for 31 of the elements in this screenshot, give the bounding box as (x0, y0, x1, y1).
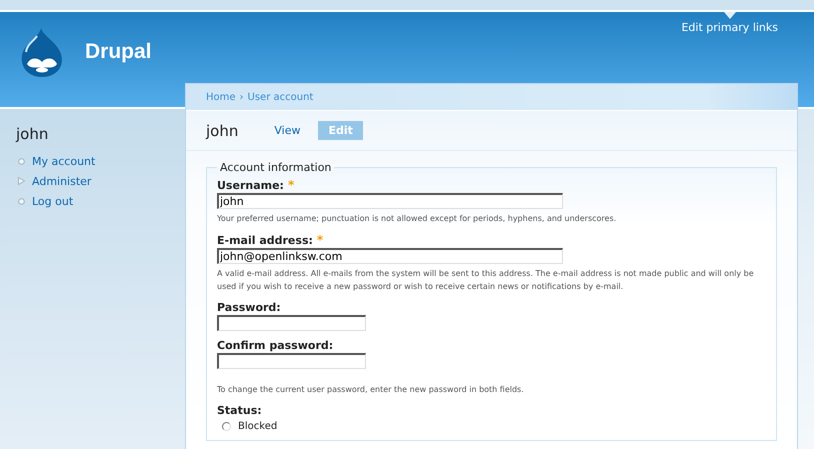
radio-button[interactable] (222, 422, 231, 431)
sidebar-link[interactable]: Administer (32, 174, 92, 188)
radio-label: Blocked (238, 421, 278, 432)
sidebar-title: john (16, 125, 50, 143)
breadcrumb-link[interactable]: User account (248, 92, 314, 102)
fieldset-legend: Account information (217, 161, 334, 174)
input-field[interactable]: john@openlinksw.com (217, 248, 563, 264)
edit-primary-links-link[interactable]: Edit primary links (681, 21, 778, 34)
circle-bullet-icon (18, 158, 25, 164)
sidebar-link[interactable]: Log out (32, 194, 74, 208)
field-label: E-mail address: (217, 234, 313, 246)
required-mark: * (288, 178, 294, 192)
sidebar-link[interactable]: My account (32, 154, 96, 168)
field-label: Username: (217, 178, 284, 192)
password-field[interactable] (217, 353, 366, 369)
field-label: Status: (217, 404, 262, 417)
site-name[interactable]: Drupal (85, 40, 152, 64)
input-field[interactable]: john (217, 193, 563, 209)
field-description: To change the current user password, enter the new password in both fields. (217, 384, 525, 396)
field-label: Password: (217, 301, 281, 314)
circle-bullet-icon (18, 198, 25, 204)
triangle-bullet-icon (18, 177, 25, 185)
field-label: Confirm password: (217, 339, 334, 352)
password-field[interactable] (217, 315, 366, 331)
required-mark: * (316, 233, 324, 247)
breadcrumb-separator: › (240, 92, 244, 102)
tab[interactable]: View (264, 121, 310, 140)
field-description: Your preferred username; punctuation is not allowed except for periods, hyphens, and underscores. (217, 213, 618, 225)
field-description: A valid e-mail address. All e-mails from the system will be sent to this address. The e-mail address is not made public and will only be used if you wish to receive a new password or wish to receive certain news or notifications by e-mail. (217, 268, 755, 293)
breadcrumb-link[interactable]: Home (206, 92, 236, 102)
page-title: john (206, 122, 238, 140)
